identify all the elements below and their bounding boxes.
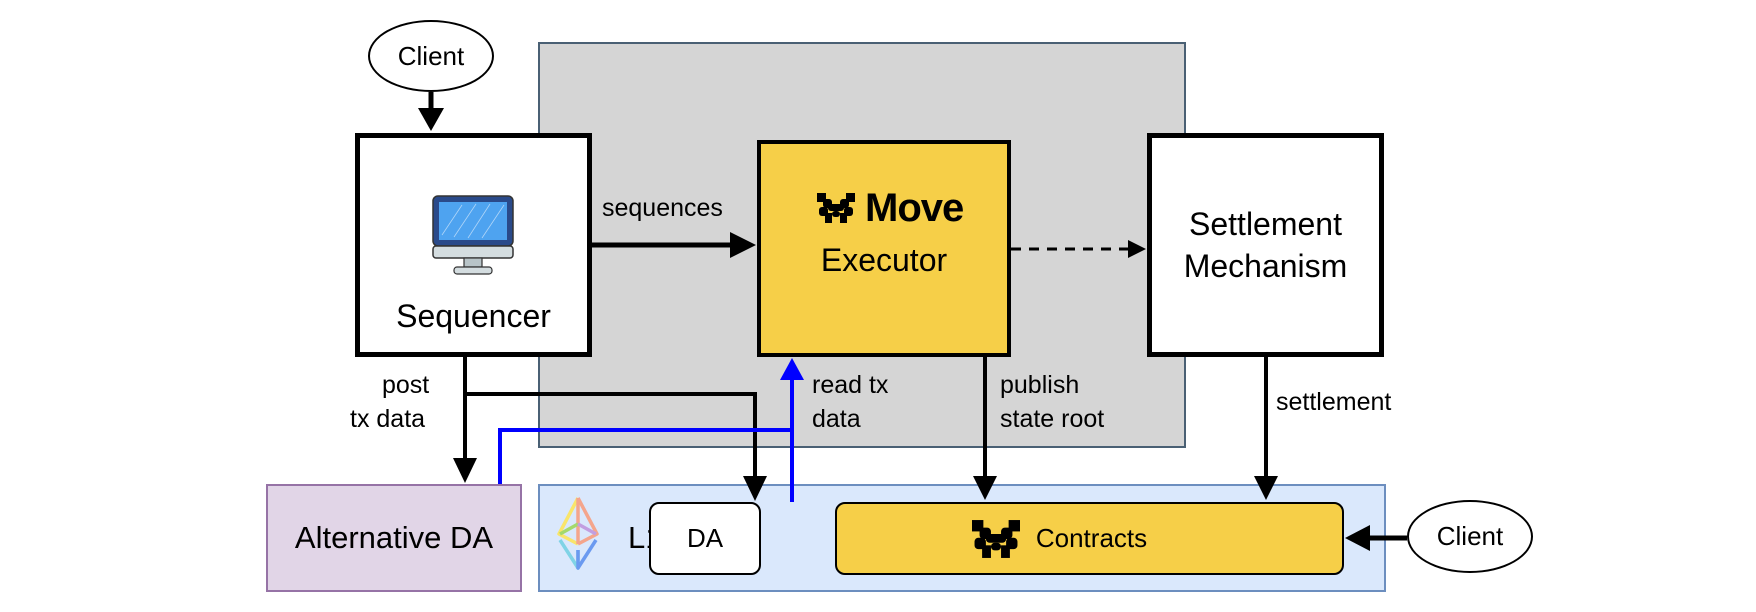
da-label: DA bbox=[686, 523, 724, 553]
move-executor-box[interactable]: Move Executor bbox=[757, 140, 1011, 357]
sequences-label: sequences bbox=[602, 194, 723, 222]
publish-label-line1: publish bbox=[1000, 371, 1080, 399]
edge-settlement bbox=[1254, 357, 1278, 500]
move-brand-label: Move bbox=[865, 185, 964, 230]
read-tx-label-line2: data bbox=[812, 405, 861, 433]
edge-client-to-sequencer bbox=[418, 92, 444, 131]
contracts-label: Contracts bbox=[1035, 523, 1148, 553]
executor-label: Executor bbox=[820, 241, 948, 278]
client-top-label: Client bbox=[397, 40, 465, 71]
post-label-line1: post bbox=[382, 371, 430, 399]
contracts-box[interactable]: Contracts bbox=[835, 502, 1344, 575]
settlement-label-line2: Mechanism bbox=[1183, 248, 1348, 284]
read-tx-label-line1: read tx bbox=[812, 371, 889, 399]
client-right-node[interactable]: Client bbox=[1407, 500, 1533, 573]
post-label-line2: tx data bbox=[350, 405, 426, 433]
client-top-node[interactable]: Client bbox=[368, 20, 494, 92]
move-logo-icon bbox=[817, 193, 855, 223]
move-logo-icon bbox=[971, 519, 1020, 558]
sequencer-box[interactable]: Sequencer bbox=[355, 133, 592, 357]
alternative-da-box[interactable]: Alternative DA bbox=[266, 484, 522, 592]
ethereum-icon bbox=[556, 494, 600, 574]
da-box[interactable]: DA bbox=[649, 502, 761, 575]
sequencer-label: Sequencer bbox=[396, 297, 551, 334]
settlement-edge-label: settlement bbox=[1276, 388, 1392, 416]
client-right-label: Client bbox=[1436, 521, 1504, 551]
publish-label-line2: state root bbox=[1000, 405, 1105, 433]
settlement-mechanism-box[interactable]: Settlement Mechanism bbox=[1147, 133, 1384, 357]
settlement-label-line1: Settlement bbox=[1189, 206, 1342, 242]
monitor-icon bbox=[432, 195, 514, 275]
edge-post-tx-data bbox=[453, 357, 477, 483]
alternative-da-label: Alternative DA bbox=[294, 520, 494, 555]
